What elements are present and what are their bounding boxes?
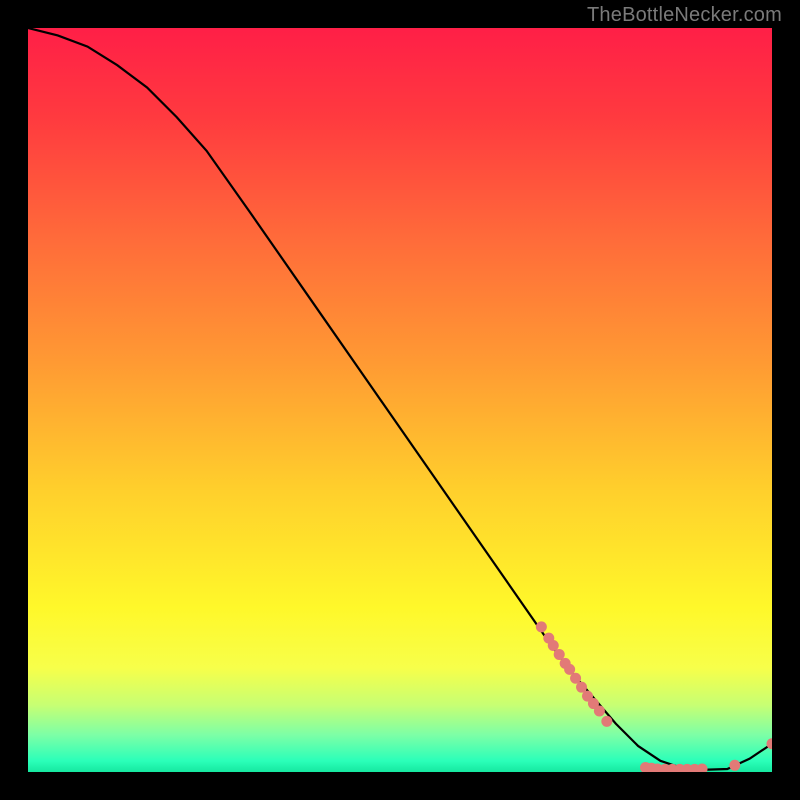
data-point (548, 640, 559, 651)
data-point (729, 760, 740, 771)
data-point (601, 716, 612, 727)
gradient-background (28, 28, 772, 772)
chart-stage: TheBottleNecker.com (0, 0, 800, 800)
plot-area (28, 28, 772, 772)
watermark-text: TheBottleNecker.com (587, 4, 782, 27)
data-point (594, 705, 605, 716)
chart-svg (28, 28, 772, 772)
data-point (536, 621, 547, 632)
